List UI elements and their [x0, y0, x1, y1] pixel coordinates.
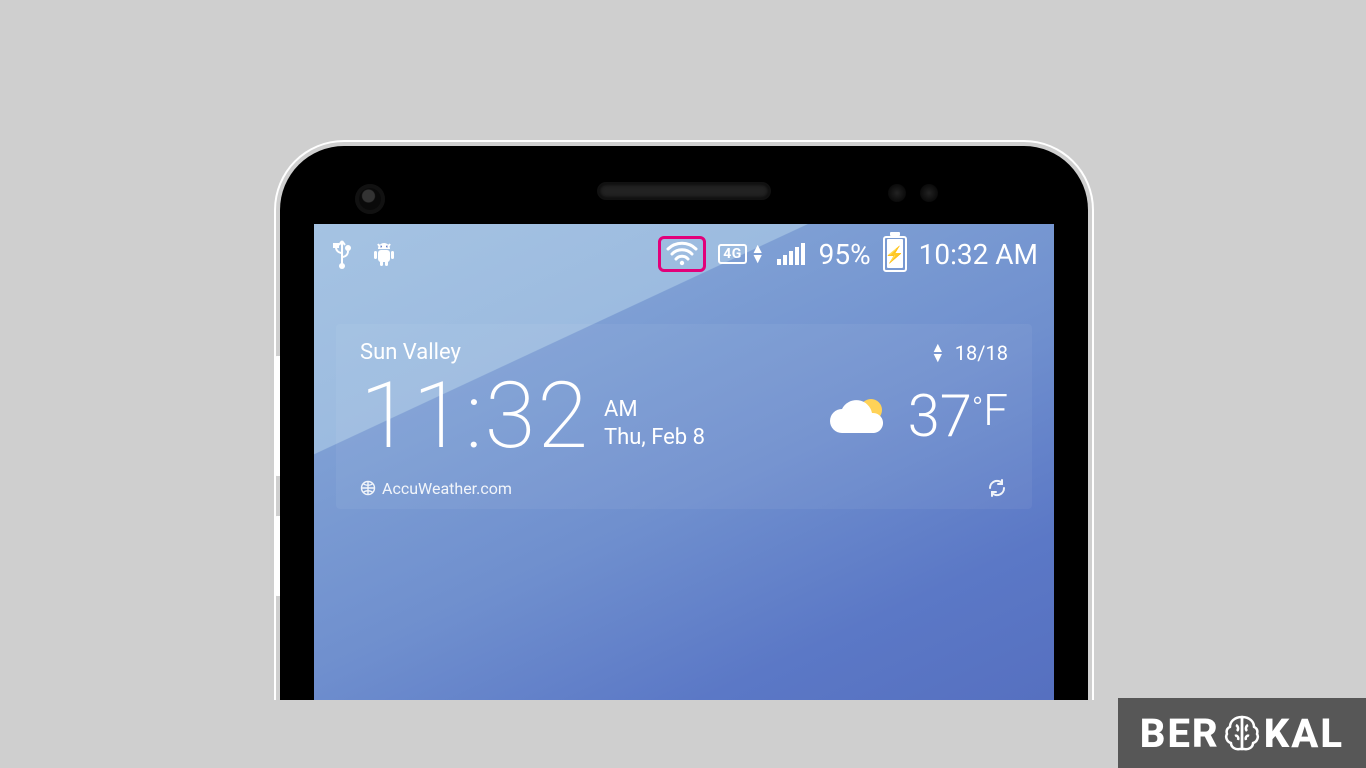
volume-button	[274, 356, 280, 476]
power-button	[274, 516, 280, 596]
page-count: 18/18	[955, 341, 1008, 365]
temp-value: 37	[908, 388, 972, 446]
network-badge: 4G	[718, 244, 747, 264]
widget-page-indicator[interactable]: ▲▼ 18/18	[931, 341, 1008, 365]
phone-mockup: 4G ▲▼ 95%	[274, 140, 1094, 700]
refresh-icon[interactable]	[986, 477, 1008, 499]
weather-source[interactable]: AccuWeather.com	[360, 479, 512, 498]
widget-clock[interactable]: 11:32 AM Thu, Feb 8	[360, 371, 705, 463]
usb-icon	[330, 239, 354, 269]
brain-icon	[1222, 713, 1262, 753]
mobile-data-4g-icon: 4G ▲▼	[718, 244, 764, 264]
weather-clock-widget[interactable]: Sun Valley ▲▼ 18/18 11:32 AM Thu, Feb 8	[336, 324, 1032, 509]
clock-date: Thu, Feb 8	[604, 424, 705, 453]
globe-icon	[360, 480, 376, 496]
wifi-icon-highlighted	[658, 236, 706, 272]
signal-strength-icon	[777, 241, 807, 267]
weather-source-label: AccuWeather.com	[382, 479, 512, 498]
battery-charging-icon: ⚡	[883, 236, 907, 272]
temp-unit: F	[983, 388, 1008, 432]
sensor-cluster	[888, 184, 938, 202]
watermark-text-1: BER	[1140, 710, 1220, 757]
front-camera-icon	[355, 184, 385, 214]
temp-degree: °	[972, 394, 983, 424]
android-debug-icon	[370, 241, 398, 267]
widget-weather[interactable]: 37 ° F	[824, 388, 1008, 446]
earpiece-speaker	[599, 184, 769, 198]
battery-percent: 95%	[819, 238, 871, 271]
clock-time: 11:32	[360, 371, 590, 463]
clock-ampm: AM	[604, 396, 705, 425]
phone-body: 4G ▲▼ 95%	[280, 146, 1088, 700]
page-arrows-icon: ▲▼	[931, 343, 945, 363]
weather-location: Sun Valley	[360, 340, 461, 365]
watermark-text-2: KAL	[1264, 710, 1344, 757]
phone-screen: 4G ▲▼ 95%	[314, 224, 1054, 700]
status-clock: 10:32 AM	[919, 238, 1038, 271]
status-bar: 4G ▲▼ 95%	[314, 224, 1054, 284]
site-watermark: BER KAL	[1118, 698, 1366, 768]
weather-cloudy-icon	[824, 393, 894, 441]
